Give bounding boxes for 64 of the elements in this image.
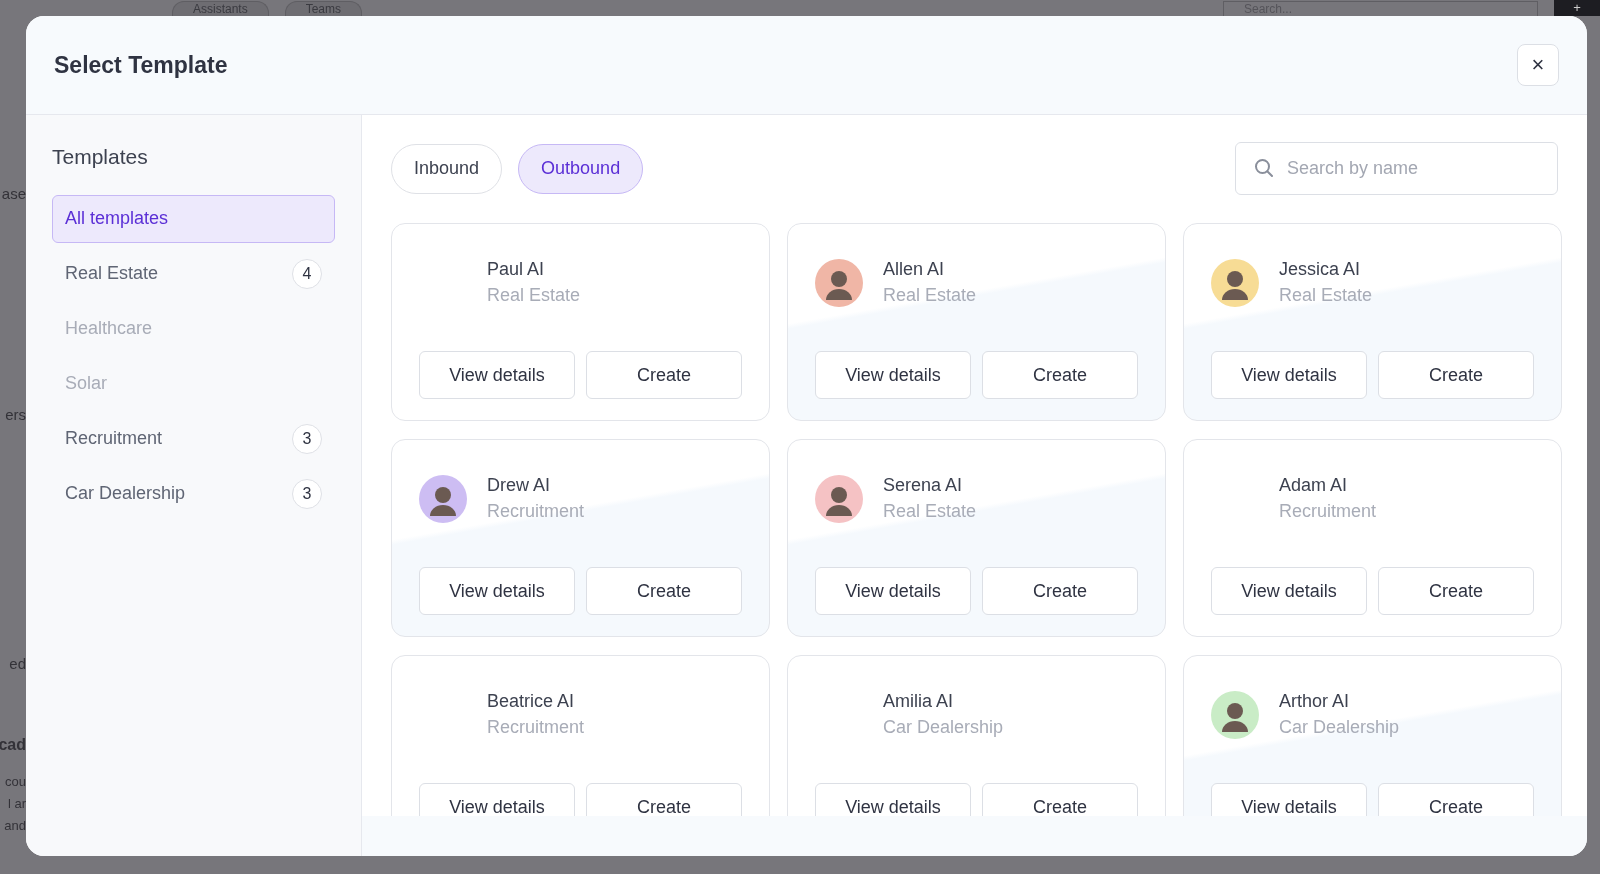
create-button[interactable]: Create [982, 351, 1138, 399]
sidebar-item[interactable]: Recruitment 3 [52, 414, 335, 463]
sidebar-item-label: Real Estate [65, 262, 159, 285]
template-name: Arthor AI [1279, 690, 1351, 713]
template-name: Drew AI [487, 474, 552, 497]
count-badge: 3 [292, 423, 322, 454]
close-button[interactable]: × [1517, 44, 1559, 86]
view-details-button[interactable]: View details [1211, 783, 1367, 816]
view-details-button[interactable]: View details [419, 567, 575, 615]
count-badge: 4 [292, 258, 322, 289]
sidebar-item[interactable]: Real Estate 4 [52, 249, 335, 298]
create-button[interactable]: Create [1378, 783, 1534, 816]
tab[interactable]: Outbound [518, 143, 644, 194]
template-category: Car Dealership [883, 716, 1004, 739]
background-text: cad [0, 735, 26, 755]
sidebar-item-label: Solar [65, 372, 108, 395]
sidebar-item-label: Recruitment [65, 427, 163, 450]
create-button[interactable]: Create [982, 783, 1138, 816]
sidebar-item[interactable]: Car Dealership 3 [52, 469, 335, 518]
view-details-button[interactable]: View details [419, 351, 575, 399]
template-category: Recruitment [487, 716, 585, 739]
count-badge: 3 [292, 478, 322, 509]
tab[interactable]: Inbound [391, 143, 503, 194]
background-text: cou [5, 774, 26, 790]
view-details-button[interactable]: View details [419, 783, 575, 816]
create-button[interactable]: Create [586, 783, 742, 816]
sidebar-item-label: Healthcare [65, 317, 153, 340]
background-text: ase [1, 185, 26, 203]
background-text: ed [9, 655, 26, 673]
view-details-button[interactable]: View details [1211, 351, 1367, 399]
view-details-button[interactable]: View details [815, 783, 971, 816]
create-button[interactable]: Create [1378, 351, 1534, 399]
sidebar-item[interactable]: All templates [52, 194, 335, 243]
template-name: Amilia AI [883, 690, 955, 713]
template-category: Car Dealership [1279, 716, 1400, 739]
dialog-title: Select Template [54, 50, 228, 80]
search-field[interactable]: Search by name [1235, 142, 1558, 195]
background-text: and [4, 818, 26, 834]
template-category: Recruitment [487, 500, 585, 523]
template-category: Real Estate [883, 500, 977, 523]
sidebar-title: Templates [52, 144, 149, 170]
create-button[interactable]: Create [586, 567, 742, 615]
sidebar-item-label: All templates [65, 207, 169, 230]
create-button[interactable]: Create [1378, 567, 1534, 615]
template-name: Paul AI [487, 258, 546, 281]
add-button[interactable]: + [1554, 0, 1600, 16]
template-name: Jessica AI [1279, 258, 1362, 281]
create-button[interactable]: Create [982, 567, 1138, 615]
template-name: Adam AI [1279, 474, 1349, 497]
template-category: Real Estate [883, 284, 977, 307]
template-category: Real Estate [1279, 284, 1373, 307]
view-details-button[interactable]: View details [815, 567, 971, 615]
view-details-button[interactable]: View details [815, 351, 971, 399]
template-category: Real Estate [487, 284, 581, 307]
template-name: Allen AI [883, 258, 946, 281]
sidebar-item-label: Car Dealership [65, 482, 186, 505]
background-text: l ar [7, 796, 26, 812]
template-name: Serena AI [883, 474, 964, 497]
template-name: Beatrice AI [487, 690, 576, 713]
background-text: ers [5, 406, 26, 424]
view-details-button[interactable]: View details [1211, 567, 1367, 615]
template-category: Recruitment [1279, 500, 1377, 523]
search-icon [1254, 158, 1274, 178]
create-button[interactable]: Create [586, 351, 742, 399]
